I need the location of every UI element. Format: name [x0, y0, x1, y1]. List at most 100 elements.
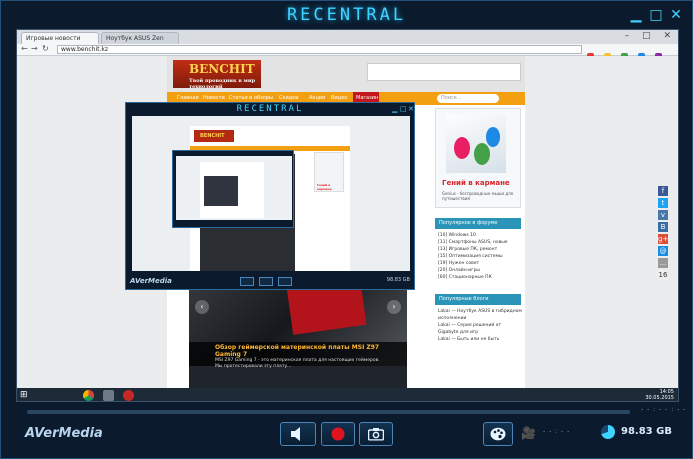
vk-icon[interactable]: v [658, 210, 668, 220]
site-search-input[interactable]: Поиск... [437, 94, 499, 103]
forum-item[interactable]: [11] Смартфоны ASUS, новые [438, 239, 518, 246]
logo-tagline: Твой проводник в мир технологий [189, 78, 256, 90]
reload-icon[interactable]: ↻ [42, 44, 49, 53]
blog-item[interactable]: Lakai — Ноутбук ASUS в гибридном исполне… [438, 308, 522, 322]
snapshot-button[interactable] [359, 422, 393, 446]
vk-icon[interactable]: B [658, 222, 668, 232]
forum-item[interactable]: [60] Стационарные ПК [438, 274, 518, 281]
twitter-icon[interactable]: t [658, 198, 668, 208]
speaker-icon [291, 427, 300, 441]
slide-text: MSI Z97 Gaming 7 - это материнская плата… [215, 358, 380, 369]
nested-control-bar: AVerMedia 98.83 GB [126, 271, 414, 291]
forum-item[interactable]: [19] Нужен совет [438, 260, 518, 267]
browser-window-controls[interactable]: – □ ✕ [625, 31, 676, 41]
webcam-icon[interactable]: 🎥 [521, 426, 536, 440]
nested2-screen [176, 156, 292, 220]
nested-logo: BENCHIT [194, 130, 234, 142]
header-banner [367, 63, 521, 81]
storage-free: 98.83 GB [621, 426, 672, 437]
nested-app-title: RECENTRAL [236, 104, 304, 114]
maximize-icon: □ [400, 105, 407, 113]
nested-ad-title: Гений в кармане [317, 183, 332, 191]
slide-title[interactable]: Обзор геймерской материнской платы MSI Z… [215, 344, 381, 358]
social-buttons: f t v B g+ @ ... 16 [658, 186, 668, 282]
browser-tabstrip: Игровые новости Ноутбук ASUS Zen – □ ✕ [17, 30, 678, 44]
blog-item[interactable]: Lakai — Серия решений от Gigabyte для иг… [438, 322, 522, 336]
ad-subtitle: Genius - беспроводные мыши для путешеств… [442, 191, 514, 201]
timeline-bar[interactable] [27, 410, 630, 414]
nested-ad: Гений в кармане [314, 152, 344, 192]
taskbar-clock: 14:05 30.05.2015 [645, 389, 674, 401]
logo-text: BENCHIT [189, 62, 255, 76]
nested-brand: AVerMedia [130, 277, 172, 285]
avermedia-logo: AVerMedia [25, 426, 103, 441]
extension-icons [587, 45, 677, 79]
store-icon[interactable] [103, 390, 114, 401]
browser-tab[interactable]: Игровые новости [21, 32, 99, 44]
minimize-icon: ▁ [392, 105, 398, 113]
clock-date: 30.05.2015 [645, 395, 674, 401]
forward-icon[interactable]: → [31, 44, 38, 53]
camera-icon [368, 428, 384, 441]
effects-button[interactable] [483, 422, 513, 446]
forum-list: [10] Windows 10 [11] Смартфоны ASUS, нов… [435, 229, 521, 284]
nav-item[interactable]: Новости [203, 95, 225, 101]
site-sidebar: Гений в кармане Genius - беспроводные мы… [435, 108, 525, 388]
nav-item[interactable]: Статьи и обзоры [229, 95, 273, 101]
nav-item[interactable]: Видео [331, 95, 347, 101]
webcam-status: - - : - - [543, 428, 571, 435]
chevron-left-icon[interactable]: ‹ [195, 300, 209, 314]
blog-list: Lakai — Ноутбук ASUS в гибридном исполне… [435, 305, 525, 346]
ad-banner[interactable]: Гений в кармане Genius - беспроводные мы… [435, 108, 521, 208]
audio-button[interactable] [280, 422, 316, 446]
maximize-icon[interactable]: □ [648, 7, 664, 23]
forum-item[interactable]: [13] Игровые ПК, ремонт [438, 246, 518, 253]
disk-usage-icon [601, 425, 615, 439]
google-plus-icon[interactable]: g+ [658, 234, 668, 244]
address-bar[interactable]: www.benchit.kz [57, 45, 582, 54]
nested-snapshot-button [278, 277, 292, 286]
forum-item[interactable]: [20] Онлайн-игры [438, 267, 518, 274]
mouse-image [486, 127, 500, 147]
nav-item[interactable]: Акции [309, 95, 325, 101]
windows-start-icon[interactable]: ⊞ [20, 390, 31, 401]
more-icon[interactable]: ... [658, 258, 668, 268]
minimize-icon[interactable]: ▁ [628, 7, 644, 23]
chrome-icon[interactable] [83, 390, 94, 401]
close-icon: ✕ [408, 105, 414, 113]
sidebar-heading: Популярные блоги [435, 294, 521, 305]
mouse-image [474, 143, 490, 165]
nav-item[interactable]: Главная [177, 95, 199, 101]
nested-storage: 98.83 GB [386, 277, 410, 283]
time-readout: - - : - - : - - [641, 406, 687, 413]
share-count: 16 [658, 270, 668, 280]
nested-recentral-window-level2 [172, 150, 294, 228]
slide-caption: Обзор геймерской материнской платы MSI Z… [189, 342, 407, 369]
back-icon[interactable]: ← [21, 44, 28, 53]
site-header: BENCHIT Твой проводник в мир технологий [167, 56, 525, 92]
nested2-main [204, 176, 238, 206]
close-icon[interactable]: ✕ [668, 7, 684, 23]
blog-item[interactable]: Lakai — Быть или не быть [438, 336, 522, 343]
record-button[interactable] [321, 422, 355, 446]
recentral-window: RECENTRAL ▁ □ ✕ Игровые новости Ноутбук … [0, 0, 693, 459]
capture-preview: Игровые новости Ноутбук ASUS Zen – □ ✕ ←… [16, 29, 679, 402]
forum-item[interactable]: [15] Оптимизация системы [438, 253, 518, 260]
nav-item: Магазин [356, 95, 379, 101]
chevron-right-icon[interactable]: › [387, 300, 401, 314]
sidebar-heading: Популярное в форуме [435, 218, 521, 229]
forum-item[interactable]: [10] Windows 10 [438, 232, 518, 239]
nested-audio-button [240, 277, 254, 286]
taskbar: ⊞ 14:05 30.05.2015 [17, 388, 678, 401]
mail-icon[interactable]: @ [658, 246, 668, 256]
mouse-image [454, 137, 470, 159]
ad-image [446, 115, 506, 173]
facebook-icon[interactable]: f [658, 186, 668, 196]
browser-tab[interactable]: Ноутбук ASUS Zen [101, 32, 179, 44]
nested-record-button [259, 277, 273, 286]
recentral-taskbar-icon[interactable] [123, 390, 134, 401]
app-title: RECENTRAL [286, 5, 407, 25]
nested2-site [200, 162, 264, 218]
site-logo[interactable]: BENCHIT Твой проводник в мир технологий [173, 60, 261, 90]
nav-item[interactable]: Скидки [279, 95, 299, 101]
